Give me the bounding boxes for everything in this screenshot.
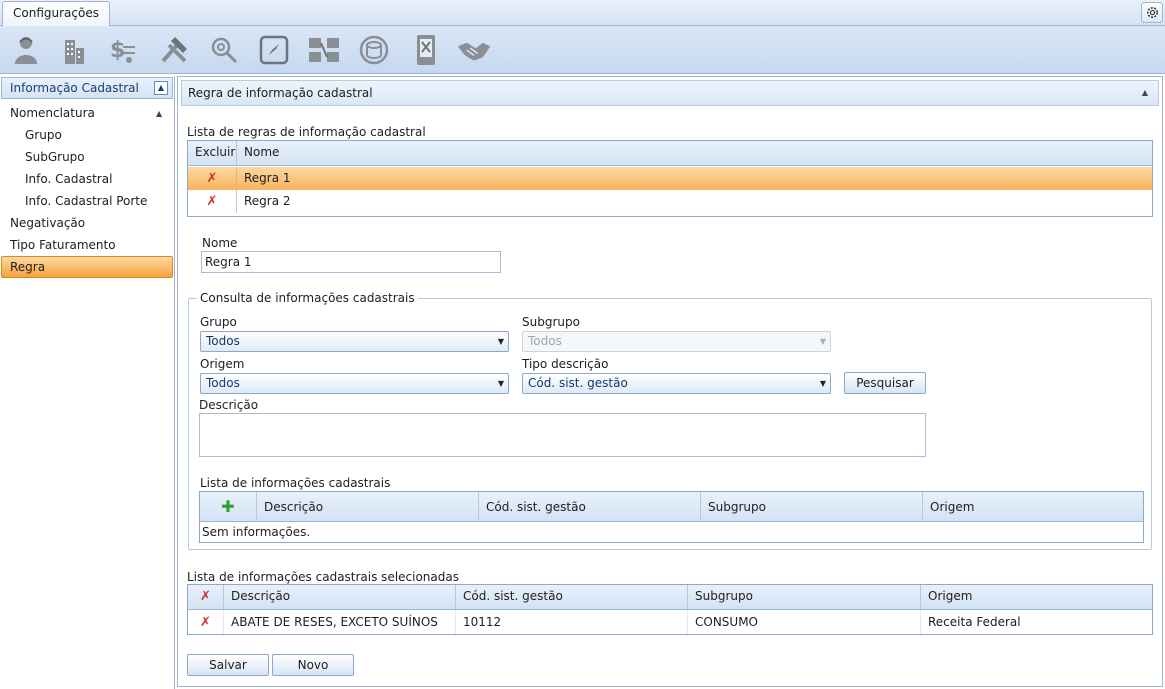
chevron-down-icon: ▼ — [819, 379, 826, 388]
col-excluir[interactable]: Excluir — [188, 141, 237, 165]
handshake-icon[interactable] — [456, 32, 492, 68]
col-nome[interactable]: Nome — [237, 141, 1152, 165]
sidebar-item-subgrupo[interactable]: SubGrupo — [25, 148, 85, 166]
grupo-select[interactable]: Todos ▼ — [200, 331, 509, 352]
subgrupo-select: Todos ▼ — [522, 331, 831, 352]
rules-grid-header: Excluir Nome — [188, 141, 1152, 166]
origem-select[interactable]: Todos ▼ — [200, 373, 509, 394]
grupo-label: Grupo — [200, 315, 237, 329]
delete-all-icon[interactable]: ✗ — [188, 585, 224, 609]
sidebar-item-info-cadastral-porte[interactable]: Info. Cadastral Porte — [25, 192, 147, 210]
money-scale-icon[interactable]: $ — [104, 32, 140, 68]
user-icon[interactable] — [8, 32, 44, 68]
nome-input[interactable]: Regra 1 — [201, 251, 501, 273]
col-subgrupo[interactable]: Subgrupo — [688, 585, 921, 609]
pesquisar-button[interactable]: Pesquisar — [844, 372, 926, 394]
sidebar: Informação Cadastral ▲ Nomenclatura ▲ Gr… — [0, 76, 175, 689]
sidebar-item-grupo[interactable]: Grupo — [25, 126, 62, 144]
table-row[interactable]: ✗ Regra 2 — [188, 190, 1152, 213]
selected-list-label: Lista de informações cadastrais selecion… — [187, 570, 459, 584]
consulta-legend: Consulta de informações cadastrais — [197, 291, 418, 305]
main-panel: Regra de informação cadastral ▲ Lista de… — [177, 76, 1163, 687]
table-row[interactable]: ✗ Regra 1 — [188, 167, 1152, 190]
ribbon-toolbar: $ — [0, 26, 1165, 74]
chevron-down-icon: ▼ — [497, 337, 504, 346]
col-codigo[interactable]: Cód. sist. gestão — [479, 492, 701, 521]
tipo-descricao-value: Cód. sist. gestão — [528, 376, 628, 390]
tipo-descricao-select[interactable]: Cód. sist. gestão ▼ — [522, 373, 831, 394]
tools-icon[interactable] — [156, 32, 192, 68]
col-descricao[interactable]: Descrição — [257, 492, 479, 521]
table-row[interactable]: ✗ ABATE DE RESES, EXCETO SUÍNOS 10112 CO… — [188, 611, 1152, 634]
building-icon[interactable] — [56, 32, 92, 68]
sidebar-header-label: Informação Cadastral — [10, 81, 139, 95]
chevron-down-icon: ▼ — [819, 337, 826, 346]
gear-icon[interactable] — [1141, 2, 1163, 23]
compass-icon[interactable] — [256, 32, 292, 68]
chevron-down-icon: ▼ — [497, 379, 504, 388]
col-descricao[interactable]: Descrição — [224, 585, 456, 609]
delete-icon[interactable]: ✗ — [188, 167, 237, 190]
info-list-label: Lista de informações cadastrais — [200, 476, 391, 490]
sidebar-item-info-cadastral[interactable]: Info. Cadastral — [25, 170, 112, 188]
rules-list-label: Lista de regras de informação cadastral — [187, 125, 426, 139]
cell-descricao: ABATE DE RESES, EXCETO SUÍNOS — [224, 611, 456, 634]
sidebar-item-tipo-faturamento[interactable]: Tipo Faturamento — [10, 236, 116, 254]
salvar-button[interactable]: Salvar — [187, 654, 269, 676]
tab-configuracoes[interactable]: Configurações — [2, 1, 110, 26]
panel-collapse-icon[interactable]: ▲ — [1142, 81, 1148, 105]
selected-grid-header: ✗ Descrição Cód. sist. gestão Subgrupo O… — [188, 585, 1152, 610]
info-grid-header: ✚ Descrição Cód. sist. gestão Subgrupo O… — [200, 492, 1143, 522]
col-origem[interactable]: Origem — [921, 585, 1152, 609]
delete-icon[interactable]: ✗ — [188, 611, 224, 634]
empty-message: Sem informações. — [202, 525, 311, 539]
nome-label: Nome — [202, 236, 238, 250]
tipo-descricao-label: Tipo descrição — [522, 357, 609, 371]
svg-text:$: $ — [110, 38, 125, 63]
mobile-tools-icon[interactable] — [408, 32, 444, 68]
origem-label: Origem — [200, 357, 245, 371]
subgrupo-label: Subgrupo — [522, 315, 580, 329]
document-flow-icon[interactable] — [306, 32, 342, 68]
sidebar-header: Informação Cadastral ▲ — [1, 77, 173, 99]
database-icon[interactable] — [356, 32, 392, 68]
cell-origem: Receita Federal — [928, 615, 1021, 629]
rules-grid: Excluir Nome ✗ Regra 1 ✗ Regra 2 — [187, 140, 1153, 217]
origem-value: Todos — [206, 376, 240, 390]
subgrupo-value: Todos — [528, 334, 562, 348]
delete-icon[interactable]: ✗ — [188, 190, 237, 213]
panel-header: Regra de informação cadastral ▲ — [181, 80, 1159, 106]
rule-name: Regra 2 — [244, 194, 291, 208]
col-origem[interactable]: Origem — [923, 492, 1143, 521]
descricao-label: Descrição — [199, 398, 259, 412]
sidebar-item-nomenclatura[interactable]: Nomenclatura — [10, 104, 95, 122]
sidebar-item-negativacao[interactable]: Negativação — [10, 214, 85, 232]
panel-title: Regra de informação cadastral — [188, 86, 373, 100]
top-tab-strip: Configurações — [0, 0, 1165, 26]
info-grid: ✚ Descrição Cód. sist. gestão Subgrupo O… — [199, 491, 1144, 543]
selected-grid: ✗ Descrição Cód. sist. gestão Subgrupo O… — [187, 584, 1153, 635]
cell-subgrupo: CONSUMO — [688, 611, 921, 634]
search-settings-icon[interactable] — [206, 32, 242, 68]
collapse-up-icon[interactable]: ▲ — [154, 81, 168, 95]
novo-button[interactable]: Novo — [272, 654, 354, 676]
col-codigo[interactable]: Cód. sist. gestão — [456, 585, 688, 609]
tree-collapse-icon[interactable]: ▲ — [156, 109, 162, 118]
descricao-textarea[interactable] — [199, 413, 926, 457]
sidebar-item-regra[interactable]: Regra — [1, 256, 173, 278]
cell-codigo: 10112 — [456, 611, 688, 634]
add-icon[interactable]: ✚ — [200, 492, 257, 521]
col-subgrupo[interactable]: Subgrupo — [701, 492, 923, 521]
grupo-value: Todos — [206, 334, 240, 348]
rule-name: Regra 1 — [244, 171, 291, 185]
